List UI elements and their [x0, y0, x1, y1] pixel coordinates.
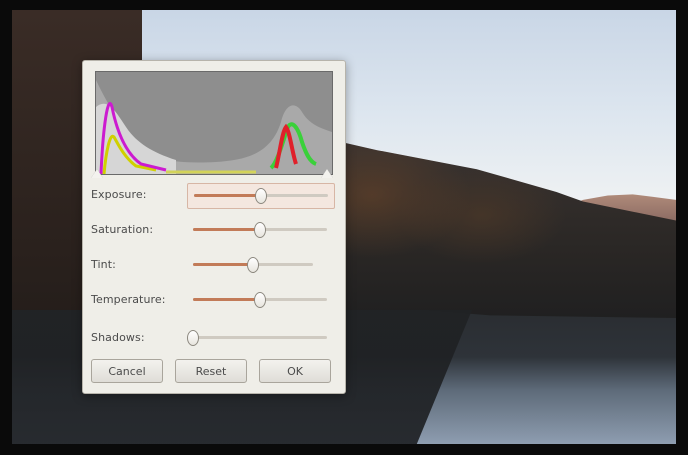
tint-knob[interactable] — [247, 257, 259, 273]
shadows-knob[interactable] — [187, 330, 199, 346]
temperature-slider[interactable] — [187, 288, 333, 312]
temperature-row: Temperature: — [91, 288, 337, 312]
shadows-slider[interactable] — [187, 326, 333, 350]
tint-label: Tint: — [91, 258, 116, 271]
saturation-label: Saturation: — [91, 223, 154, 236]
histogram-black-point-handle[interactable] — [91, 169, 103, 178]
tint-slider[interactable] — [187, 253, 333, 277]
shadows-label: Shadows: — [91, 331, 145, 344]
tint-row: Tint: — [91, 253, 337, 277]
exposure-fill — [194, 194, 261, 197]
exposure-knob[interactable] — [255, 188, 267, 204]
saturation-slider[interactable] — [187, 218, 333, 242]
temperature-fill — [193, 298, 260, 301]
exposure-row: Exposure: — [91, 183, 337, 209]
shadows-track[interactable] — [193, 336, 327, 339]
dialog-button-row: Cancel Reset OK — [91, 359, 337, 385]
cancel-button[interactable]: Cancel — [91, 359, 163, 383]
ok-button[interactable]: OK — [259, 359, 331, 383]
shadows-row: Shadows: — [91, 326, 337, 350]
temperature-label: Temperature: — [91, 293, 166, 306]
exposure-slider[interactable] — [187, 183, 335, 209]
histogram — [95, 71, 333, 175]
temperature-knob[interactable] — [254, 292, 266, 308]
tint-fill — [193, 263, 253, 266]
saturation-row: Saturation: — [91, 218, 337, 242]
exposure-label: Exposure: — [91, 188, 147, 201]
saturation-fill — [193, 228, 260, 231]
reset-button[interactable]: Reset — [175, 359, 247, 383]
saturation-knob[interactable] — [254, 222, 266, 238]
screen: Exposure: Saturation: Tint: Temperature: — [0, 0, 688, 455]
histogram-white-point-handle[interactable] — [321, 169, 333, 178]
histogram-graph — [96, 72, 332, 174]
adjustments-dialog: Exposure: Saturation: Tint: Temperature: — [82, 60, 346, 394]
